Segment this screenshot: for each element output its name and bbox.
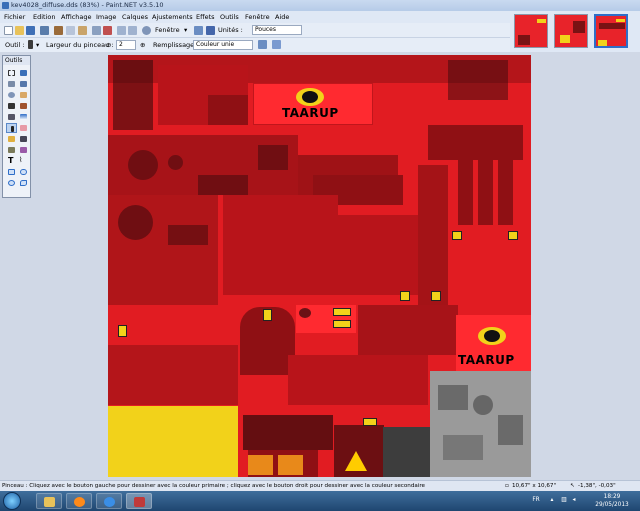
status-bar: Pinceau : Cliquez avec le bouton gauche …	[0, 480, 640, 491]
fill-select[interactable]: Couleur unie	[193, 40, 253, 50]
menu-fichier[interactable]: Fichier	[4, 13, 25, 21]
save-icon[interactable]	[26, 26, 35, 35]
grid-icon[interactable]	[194, 26, 203, 35]
magic-wand-icon[interactable]	[6, 101, 17, 111]
paintbrush-icon[interactable]	[28, 40, 33, 49]
paint-bucket-icon[interactable]	[18, 101, 29, 111]
ruler-icon[interactable]	[206, 26, 215, 35]
image-size-value: 10,67" x 10,67"	[512, 483, 557, 489]
thumbnail-image-2[interactable]	[554, 14, 588, 48]
taarup-logo-mark-top	[302, 91, 318, 103]
undo-icon[interactable]	[117, 26, 126, 35]
cut-icon[interactable]	[54, 26, 63, 35]
menu-affichage[interactable]: Affichage	[61, 13, 92, 21]
color-picker-icon[interactable]	[18, 134, 29, 144]
start-button[interactable]	[3, 492, 21, 510]
image-size-icon: ▫	[505, 483, 509, 489]
taskbar-paintnet-button[interactable]	[126, 493, 152, 509]
taarup-logo-text-top: TAARUP	[282, 106, 339, 120]
zoom-tool-icon[interactable]	[6, 90, 17, 100]
pan-icon[interactable]	[18, 90, 29, 100]
print-icon[interactable]	[40, 26, 49, 35]
language-indicator[interactable]: FR	[530, 497, 542, 511]
zoom-icon[interactable]	[142, 26, 151, 35]
clone-stamp-icon[interactable]	[6, 145, 17, 155]
paintbrush-tool-icon[interactable]	[6, 123, 17, 133]
status-message: Pinceau : Cliquez avec le bouton gauche …	[2, 483, 425, 489]
cursor-position-icon: ↖	[570, 483, 575, 489]
brush-width-input[interactable]: 2	[116, 40, 136, 50]
menu-edition[interactable]: Edition	[33, 13, 56, 21]
taarup-logo-text-bottom: TAARUP	[458, 353, 515, 367]
tool-options-bar: Outil : ▾ Largeur du pinceau : ⊖ 2 ⊕ Rem…	[0, 38, 510, 52]
dropdown-arrow-icon[interactable]: ▾	[184, 26, 187, 34]
units-select[interactable]: Pouces	[252, 25, 302, 35]
eraser-icon[interactable]	[18, 123, 29, 133]
antialias-icon[interactable]	[258, 40, 267, 49]
decrease-icon[interactable]: ⊖	[106, 41, 111, 49]
open-file-icon[interactable]	[15, 26, 24, 35]
paintnet-app-icon[interactable]	[2, 2, 9, 9]
tool-label: Outil :	[5, 41, 25, 49]
units-label: Unités :	[218, 26, 243, 34]
menu-outils[interactable]: Outils	[220, 13, 239, 21]
taskbar-date[interactable]: 29/05/2013	[590, 502, 634, 511]
taskbar-explorer-button[interactable]	[36, 493, 62, 509]
cursor-position-value: -1,38", -0,03"	[578, 483, 616, 489]
brush-width-label: Largeur du pinceau :	[46, 41, 114, 49]
menu-aide[interactable]: Aide	[275, 13, 289, 21]
taskbar-media-player-button[interactable]	[66, 493, 92, 509]
window-label[interactable]: Fenêtre	[155, 26, 180, 34]
title-bar: kev4028_diffuse.dds (83%) - Paint.NET v3…	[0, 0, 640, 11]
thumbnail-image-active[interactable]	[594, 14, 628, 48]
image-thumbnails	[510, 11, 640, 52]
image-canvas[interactable]: TAARUP TAARUP	[108, 55, 531, 477]
tool-dropdown-icon[interactable]: ▾	[36, 41, 39, 49]
thumbnail-image-1[interactable]	[514, 14, 548, 48]
windows-taskbar: FR ▴ ▥ ◂ 18:29 29/05/2013	[0, 491, 640, 511]
redo-icon[interactable]	[128, 26, 137, 35]
rounded-rectangle-icon[interactable]	[18, 167, 29, 177]
copy-icon[interactable]	[66, 26, 75, 35]
menu-effets[interactable]: Effets	[196, 13, 215, 21]
move-icon[interactable]	[18, 79, 29, 89]
pencil-icon[interactable]	[6, 134, 17, 144]
volume-icon[interactable]: ◂	[570, 497, 578, 511]
crop-icon[interactable]	[92, 26, 101, 35]
menu-ajustements[interactable]: Ajustements	[152, 13, 193, 21]
menu-bar: Fichier Edition Affichage Image Calques …	[0, 11, 510, 23]
text-icon[interactable]: T	[6, 156, 17, 166]
tools-window-title: Outils	[3, 56, 30, 65]
window-title: kev4028_diffuse.dds (83%) - Paint.NET v3…	[11, 1, 164, 9]
menu-fenetre[interactable]: Fenêtre	[245, 13, 270, 21]
increase-icon[interactable]: ⊕	[140, 41, 145, 49]
paste-icon[interactable]	[78, 26, 87, 35]
lasso-select-icon[interactable]	[6, 79, 17, 89]
rectangle-icon[interactable]	[6, 167, 17, 177]
blend-mode-icon[interactable]	[272, 40, 281, 49]
line-curve-icon[interactable]: ⌇	[18, 156, 29, 166]
new-file-icon[interactable]	[4, 26, 13, 35]
tray-expand-icon[interactable]: ▴	[548, 497, 556, 511]
menu-image[interactable]: Image	[96, 13, 116, 21]
fill-label: Remplissage :	[153, 41, 199, 49]
menu-calques[interactable]: Calques	[122, 13, 148, 21]
recolor-icon[interactable]	[18, 145, 29, 155]
network-icon[interactable]: ▥	[560, 497, 568, 511]
tools-window: Outils T ⌇	[2, 55, 31, 198]
rectangle-select-icon[interactable]	[6, 68, 17, 78]
yellow-swatch	[108, 406, 238, 477]
ellipse-icon[interactable]	[6, 178, 17, 188]
gradient-icon[interactable]	[6, 112, 17, 122]
taskbar-internet-explorer-button[interactable]	[96, 493, 122, 509]
taarup-logo-mark-bottom	[484, 330, 500, 342]
deselect-icon[interactable]	[103, 26, 112, 35]
move-selection-icon[interactable]	[18, 68, 29, 78]
freeform-shape-icon[interactable]	[18, 178, 29, 188]
main-toolbar: Fenêtre ▾ Unités : Pouces	[0, 23, 510, 38]
gradient-fill-icon[interactable]	[18, 112, 29, 122]
